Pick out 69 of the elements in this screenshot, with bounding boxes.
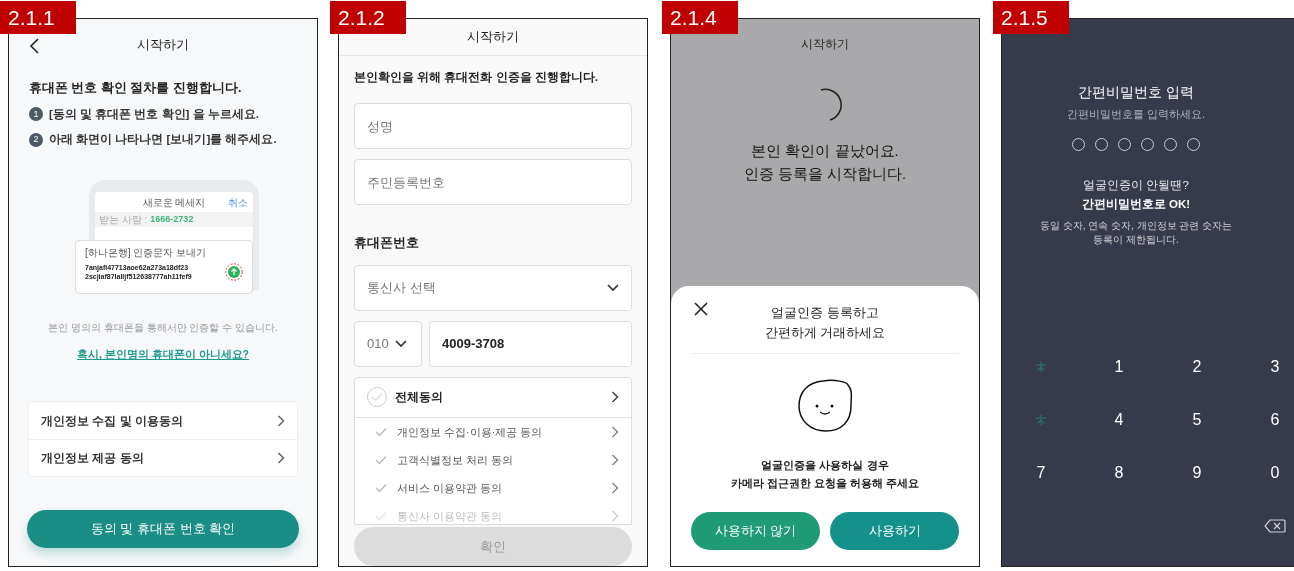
text-field[interactable]: 주민등록번호 [354,159,632,206]
message-title: 새로운 메세지 [142,195,206,210]
smiling-face-icon [795,378,855,434]
sheet-title: 얼굴인증 등록하고 간편하게 거래하세요 [764,305,886,342]
keypad-key[interactable]: 2 [1177,346,1217,387]
chevron-down-icon [394,339,407,348]
chevron-down-icon [607,283,619,292]
notice-text: 본인 명의의 휴대폰을 통해서만 인증할 수 있습니다. [47,321,279,336]
agreement-row[interactable]: 개인정보 제공 동의 [29,439,297,476]
close-icon[interactable] [694,302,708,316]
use-button[interactable]: 사용하기 [830,512,959,550]
screen-title: 시작하기 [467,28,519,47]
screen-label: 2.1.5 [993,1,1069,34]
phone-number-field[interactable]: 4009-3708 [429,320,632,367]
keypad-key[interactable]: 6 [1255,399,1294,440]
term-row[interactable]: 서비스 이용약관 동의 [355,473,631,502]
backspace-icon[interactable] [1264,518,1286,533]
keypad-key[interactable]: 4 [1099,399,1139,440]
recipient-label: 받는 사람 : [99,213,148,228]
chevron-right-icon [611,509,619,522]
step-text: 아래 화면이 나타나면 [보내기]를 해주세요. [49,132,277,147]
keypad-key[interactable]: 5 [1177,399,1217,440]
screen-title: 간편비밀번호 입력 [1078,84,1194,102]
recipient-number: 1666-2732 [150,213,194,226]
chevron-right-icon [277,452,285,464]
keypad-key[interactable]: 9 [1177,452,1217,493]
sheet-description: 얼굴인증을 사용하실 경우 카메라 접근권한 요청을 허용해 주세요 [730,458,920,491]
term-row[interactable]: 고객식별정보 처리 동의 [355,445,631,474]
checkmark-icon [371,392,383,403]
cancel-text: 취소 [228,195,248,210]
send-arrow-icon [225,263,243,282]
card-title: [하나은행] 인증문자 보내기 [85,246,208,261]
hint-text: 얼굴인증이 안될땐? [1083,177,1189,193]
back-icon[interactable] [29,38,39,54]
carrier-dropdown[interactable]: 통신사 선택 [354,264,632,311]
asterisk-icon [1035,413,1047,426]
chevron-right-icon [611,425,619,438]
hint-emphasis: 간편비밀번호로 OK! [1081,197,1191,212]
subtitle-text: 간편비밀번호를 입력하세요. [1066,107,1206,123]
step-text: [동의 및 휴대폰 번호 확인] 을 누르세요. [49,106,260,122]
prefix-dropdown[interactable]: 010 [354,320,422,367]
screen-title: 시작하기 [137,36,189,55]
chevron-right-icon [277,414,285,427]
chevron-right-icon [611,453,619,466]
screen-label: 2.1.1 [0,1,76,34]
chevron-right-icon [611,481,619,494]
keypad-key[interactable]: 7 [1021,452,1061,493]
keypad-key[interactable]: 3 [1255,346,1294,387]
status-message: 본인 확인이 끝났어요. 인증 등록을 시작합니다. [742,142,908,184]
agreement-row[interactable]: 전체동의 [355,377,631,418]
screen-label: 2.1.2 [330,1,406,34]
skip-button[interactable]: 사용하지 않기 [691,512,820,550]
keypad-key[interactable]: 0 [1255,452,1294,493]
term-row[interactable]: 개인정보 수집·이용·제공 동의 [355,417,631,446]
confirm-button[interactable]: 동의 및 휴대폰 번호 확인 [27,510,299,548]
keypad-key[interactable]: 8 [1099,452,1139,493]
agreement-row[interactable]: 개인정보 수집 및 이용동의 [29,402,297,439]
instruction-heading: 휴대폰 번호 확인 절차를 진행합니다. [28,80,243,97]
instruction-text: 본인확인을 위해 휴대전화 인증을 진행합니다. [354,70,599,85]
step-number: 2 [29,132,43,147]
asterisk-icon [1035,360,1047,373]
screen-label: 2.1.4 [662,1,738,34]
text-field[interactable]: 성명 [354,103,632,150]
rule-text: 동일 숫자, 연속 숫자, 개인정보 관련 숫자는 등록이 제한됩니다. [1039,219,1233,248]
keypad-key[interactable]: 1 [1099,346,1139,387]
section-heading: 휴대폰번호 [354,234,420,253]
screen-title: 시작하기 [801,36,849,53]
chevron-right-icon [611,391,619,404]
step-number: 1 [29,107,43,122]
